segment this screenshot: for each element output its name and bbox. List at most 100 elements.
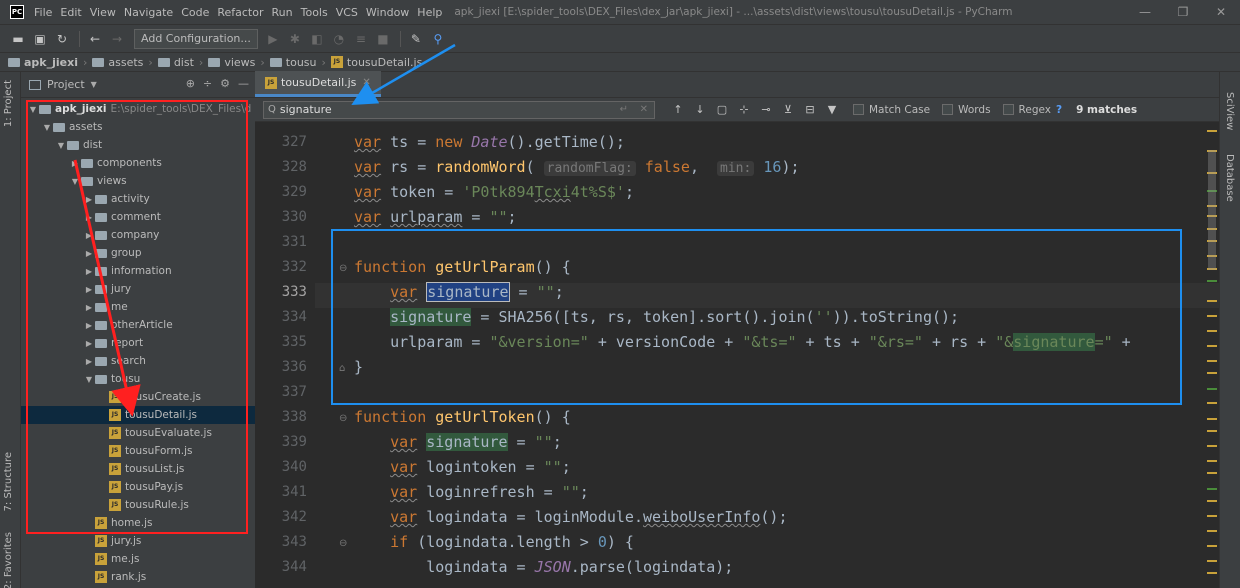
tree-file[interactable]: JS jury.js [21,532,255,550]
blue-annotation-box [331,229,1182,405]
favorites-tool-tab[interactable]: 2: Favorites [3,532,14,588]
save-icon[interactable]: ▣ [30,29,50,49]
coverage-icon[interactable]: ◧ [307,29,327,49]
clear-icon[interactable]: ✕ [640,104,648,115]
regex-checkbox[interactable]: Regex? [1002,104,1062,116]
menu-edit[interactable]: Edit [56,6,85,19]
structure-tool-tab[interactable]: 7: Structure [3,452,14,511]
hide-icon[interactable]: — [238,77,249,90]
open-folder-icon[interactable]: ▬ [8,29,28,49]
sync-icon[interactable]: ↻ [52,29,72,49]
line-number: 342 [281,509,307,525]
menu-vcs[interactable]: VCS [332,6,362,19]
debug-icon[interactable]: ✱ [285,29,305,49]
menu-help[interactable]: Help [413,6,446,19]
editor-scrollbar[interactable] [1208,150,1216,270]
tree-file[interactable]: JS me.js [21,550,255,568]
stripe-mark[interactable] [1207,280,1217,282]
stripe-mark[interactable] [1207,402,1217,404]
search-everywhere-icon[interactable]: ⚲ [428,29,448,49]
code-line: var ts = new Date().getTime(); [354,133,625,151]
breadcrumb-dist[interactable]: dist [157,56,194,69]
sciview-tool-tab[interactable]: SciView [1224,92,1235,130]
prev-match-icon[interactable]: ↑ [669,103,687,116]
menu-code[interactable]: Code [177,6,213,19]
chevron-down-icon[interactable]: ▼ [91,80,97,89]
menu-window[interactable]: Window [362,6,413,19]
match-case-checkbox[interactable]: Match Case [853,104,930,116]
line-number: 341 [281,484,307,500]
stripe-mark[interactable] [1207,372,1217,374]
folder-icon [8,57,20,67]
restore-button[interactable]: ❐ [1164,0,1202,24]
close-button[interactable]: ✕ [1202,0,1240,24]
profile-icon[interactable]: ◔ [329,29,349,49]
stripe-mark[interactable] [1207,530,1217,532]
tab-tousu-detail[interactable]: JS tousuDetail.js ✕ [255,71,381,97]
run-icon[interactable]: ▶ [263,29,283,49]
database-tool-tab[interactable]: Database [1224,154,1235,202]
toggle-selection-icon[interactable]: ⊻ [779,103,797,116]
code-line: var token = 'P0tk894Tcxi4t%S$'; [354,183,634,201]
breadcrumb-assets[interactable]: assets [92,56,143,69]
newline-icon[interactable]: ↵ [620,104,628,115]
stripe-mark[interactable] [1207,572,1217,574]
stripe-mark[interactable] [1207,545,1217,547]
line-number: 328 [281,159,307,175]
navigation-breadcrumb: apk_jiexi › assets › dist › views › tous… [0,52,1240,72]
stripe-mark[interactable] [1207,488,1217,490]
close-tab-icon[interactable]: ✕ [362,77,370,88]
remove-selection-icon[interactable]: ⊸ [757,103,775,116]
stripe-mark[interactable] [1207,418,1217,420]
in-selection-icon[interactable]: ⊟ [801,103,819,116]
next-match-icon[interactable]: ↓ [691,103,709,116]
breadcrumb-views[interactable]: views [208,56,255,69]
stripe-mark[interactable] [1207,130,1217,132]
stripe-mark[interactable] [1207,300,1217,302]
menu-tools[interactable]: Tools [297,6,332,19]
breadcrumb-separator: › [321,55,326,69]
breadcrumb-apk-jiexi[interactable]: apk_jiexi [8,56,78,69]
stripe-mark[interactable] [1207,460,1217,462]
menu-bar: PC File Edit View Navigate Code Refactor… [0,0,1240,24]
stripe-mark[interactable] [1207,360,1217,362]
menu-view[interactable]: View [86,6,120,19]
search-input[interactable]: Q signature ↵ ✕ [263,100,655,119]
menu-file[interactable]: File [30,6,56,19]
menu-run[interactable]: Run [268,6,297,19]
forward-arrow-icon[interactable]: → [107,29,127,49]
words-checkbox[interactable]: Words [942,104,991,116]
stripe-mark[interactable] [1207,500,1217,502]
stripe-mark[interactable] [1207,330,1217,332]
select-all-icon[interactable]: ▢ [713,103,731,116]
add-selection-icon[interactable]: ⊹ [735,103,753,116]
breadcrumb-tousu[interactable]: tousu [269,56,317,69]
breadcrumb-file[interactable]: JS tousuDetail.js [330,56,422,69]
minimize-button[interactable]: — [1126,0,1164,24]
stripe-mark[interactable] [1207,388,1217,390]
stripe-mark[interactable] [1207,430,1217,432]
menu-navigate[interactable]: Navigate [120,6,177,19]
concurrency-icon[interactable]: ≡ [351,29,371,49]
stripe-mark[interactable] [1207,315,1217,317]
filter-icon[interactable]: ▼ [823,103,841,116]
stripe-mark[interactable] [1207,560,1217,562]
gear-icon[interactable]: ⚙ [220,77,230,90]
stripe-mark[interactable] [1207,445,1217,447]
stripe-mark[interactable] [1207,515,1217,517]
wrench-icon[interactable]: ✎ [406,29,426,49]
tree-file[interactable]: JS rank.js [21,568,255,586]
stripe-mark[interactable] [1207,345,1217,347]
back-arrow-icon[interactable]: ← [85,29,105,49]
project-view-selector[interactable]: Project [47,78,85,91]
fold-marker-icon[interactable]: ⊖ [339,413,347,424]
project-tool-tab[interactable]: 1: Project [3,80,14,127]
stripe-mark[interactable] [1207,472,1217,474]
locate-icon[interactable]: ⊕ [186,77,195,90]
menu-refactor[interactable]: Refactor [213,6,267,19]
fold-marker-icon[interactable]: ⊖ [339,538,347,549]
collapse-icon[interactable]: ÷ [203,77,212,90]
stop-icon[interactable]: ■ [373,29,393,49]
regex-help-icon[interactable]: ? [1056,104,1062,116]
add-configuration-button[interactable]: Add Configuration... [134,28,258,49]
